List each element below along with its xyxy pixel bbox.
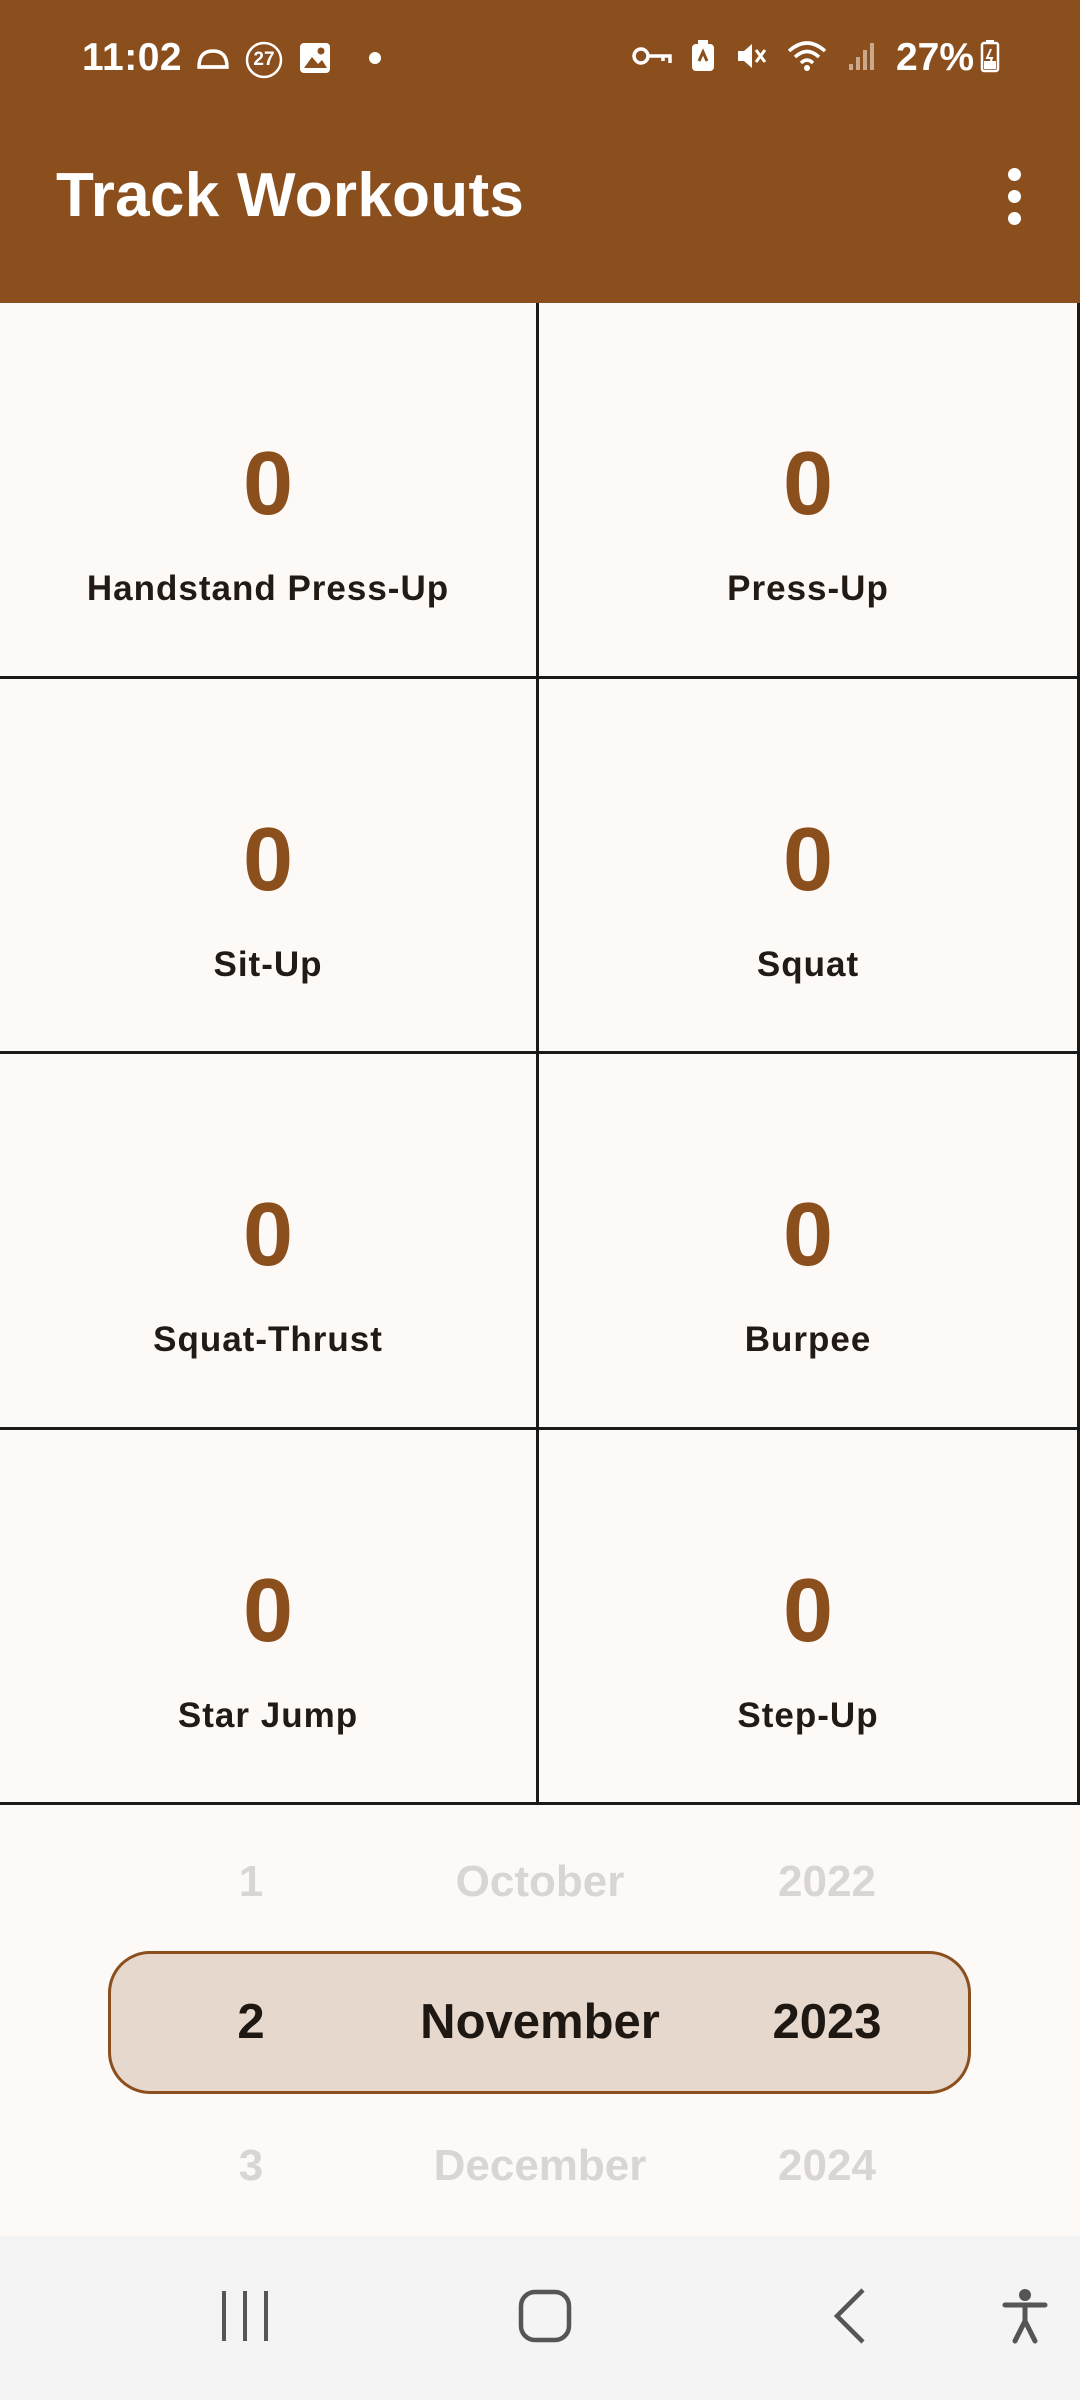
more-vert-icon-dot [1007, 211, 1021, 225]
mute-icon [734, 39, 768, 78]
notification-count: 27 [253, 49, 275, 70]
selected-year[interactable]: 2023 [772, 1972, 881, 2072]
previous-year[interactable]: 2022 [778, 1832, 876, 1932]
workout-count: 0 [782, 1185, 834, 1285]
workout-tile-press-up[interactable]: 0 Press-Up [539, 303, 1080, 679]
workout-name: Step-Up [737, 1695, 879, 1735]
more-options-button[interactable] [984, 156, 1044, 236]
workout-tile-squat[interactable]: 0 Squat [539, 678, 1080, 1054]
next-day[interactable]: 3 [239, 2116, 263, 2216]
battery-percent: 27% [895, 36, 974, 79]
workout-count: 0 [242, 1185, 294, 1285]
workout-tile-handstand-press-up[interactable]: 0 Handstand Press-Up [0, 303, 539, 679]
next-month[interactable]: December [434, 2116, 647, 2216]
battery-saver-icon [690, 39, 716, 78]
workout-name: Squat-Thrust [153, 1320, 383, 1359]
status-left-icons: 27 [196, 40, 382, 80]
workout-tile-star-jump[interactable]: 0 Star Jump [0, 1429, 539, 1805]
accessibility-button[interactable] [985, 2236, 1065, 2400]
workout-count: 0 [782, 809, 834, 910]
page-title: Track Workouts [56, 161, 525, 230]
status-right-icons: 27% [632, 36, 1000, 80]
workout-name: Press-Up [727, 569, 889, 608]
back-icon [830, 2287, 870, 2350]
recent-apps-icon [218, 2288, 272, 2349]
vpn-key-icon [632, 44, 672, 73]
date-picker[interactable]: 1 October 2022 2 November 2023 3 Decembe… [0, 1805, 1080, 2235]
recent-apps-button[interactable] [205, 2236, 285, 2400]
workout-name: Burpee [744, 1320, 872, 1359]
previous-month[interactable]: October [456, 1832, 625, 1932]
back-button[interactable] [810, 2236, 890, 2400]
workout-grid: 0 Handstand Press-Up 0 Press-Up 0 Sit-Up… [0, 303, 1080, 1805]
more-vert-icon [1007, 167, 1021, 181]
wifi-icon [786, 39, 828, 78]
date-picker-selected-row[interactable]: 2 November 2023 [0, 1972, 1080, 2072]
workout-tile-squat-thrust[interactable]: 0 Squat-Thrust [0, 1054, 539, 1430]
notification-count-icon: 27 [244, 40, 284, 80]
status-bar: 11:02 27 27% [0, 0, 1080, 120]
home-icon [517, 2288, 573, 2349]
system-navigation-bar [0, 2236, 1080, 2400]
battery-icon [980, 39, 1000, 78]
workout-count: 0 [242, 1560, 294, 1661]
workout-name: Sit-Up [213, 944, 323, 984]
top-app-bar: 11:02 27 27% Track Workouts [0, 0, 1080, 303]
home-button[interactable] [505, 2236, 585, 2400]
next-year[interactable]: 2024 [778, 2116, 876, 2216]
workout-name: Squat [756, 944, 860, 984]
workout-count: 0 [242, 434, 294, 534]
accessibility-icon [1001, 2287, 1049, 2350]
workout-count: 0 [782, 434, 834, 534]
date-picker-next-row[interactable]: 3 December 2024 [0, 2116, 1080, 2216]
workout-name: Star Jump [177, 1695, 359, 1735]
workout-tile-step-up[interactable]: 0 Step-Up [539, 1429, 1080, 1805]
selected-day[interactable]: 2 [237, 1972, 264, 2072]
gallery-icon [298, 41, 332, 80]
selected-month[interactable]: November [420, 1972, 660, 2072]
workout-tile-burpee[interactable]: 0 Burpee [539, 1054, 1080, 1430]
cloud-icon [196, 43, 230, 78]
workout-tile-sit-up[interactable]: 0 Sit-Up [0, 678, 539, 1054]
workout-count: 0 [782, 1560, 834, 1661]
dot-icon [368, 51, 382, 70]
app-root: 11:02 27 27% Track Workouts 0 Handstand … [0, 0, 1080, 2400]
previous-day[interactable]: 1 [239, 1832, 263, 1932]
status-time: 11:02 [82, 36, 183, 79]
signal-icon [846, 40, 878, 77]
date-picker-previous-row[interactable]: 1 October 2022 [0, 1832, 1080, 1932]
workout-count: 0 [242, 809, 294, 910]
more-vert-icon-dot [1007, 189, 1021, 203]
workout-name: Handstand Press-Up [86, 569, 450, 608]
